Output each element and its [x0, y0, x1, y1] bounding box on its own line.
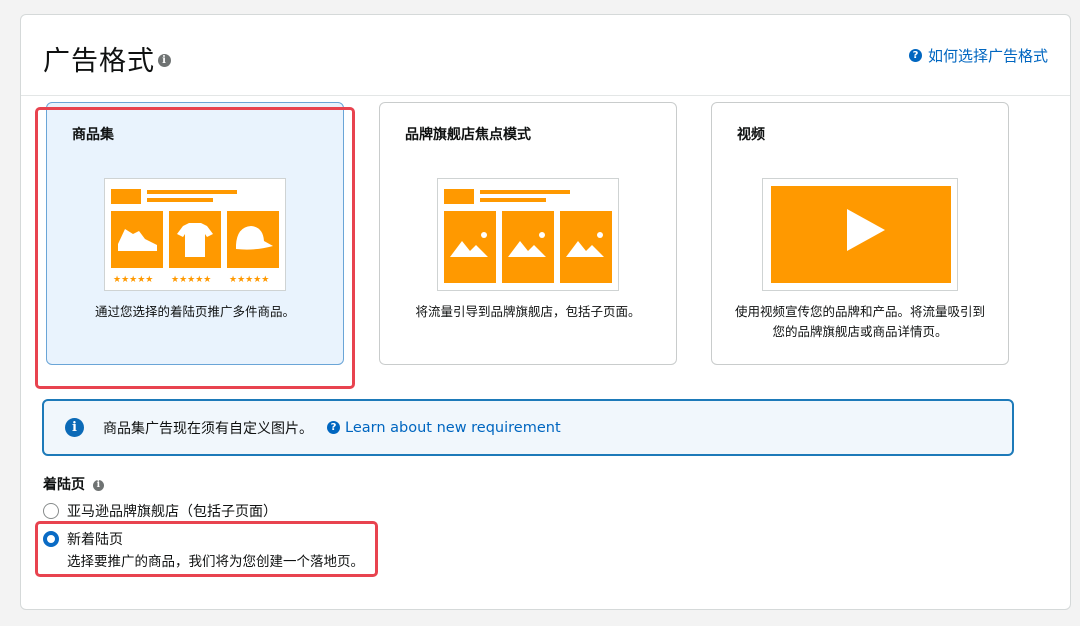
card-description: 通过您选择的着陆页推广多件商品。: [94, 304, 295, 319]
learn-more-label: Learn about new requirement: [345, 419, 561, 436]
card-store-spotlight[interactable]: 品牌旗舰店焦点模式 将流量引导到品牌旗舰店，包括子页面。: [379, 102, 677, 365]
image-grid-icon: [444, 189, 612, 283]
product-grid-icon: ★★★★★ ★★★★★ ★★★★★: [111, 189, 279, 285]
help-link[interactable]: ? 如何选择广告格式: [908, 45, 1048, 66]
info-icon[interactable]: i: [92, 479, 104, 491]
product-collection-illustration: ★★★★★ ★★★★★ ★★★★★: [104, 178, 286, 291]
store-spotlight-illustration: [437, 178, 619, 291]
page-title-text: 广告格式: [43, 46, 155, 77]
page-title: 广告格式 i: [43, 39, 171, 78]
radio-button[interactable]: [43, 531, 59, 547]
card-title: 商品集: [72, 127, 114, 143]
info-icon: i: [65, 418, 84, 437]
svg-text:★★★★★: ★★★★★: [171, 275, 211, 285]
radio-amazon-store[interactable]: 亚马逊品牌旗舰店（包括子页面）: [43, 501, 277, 521]
play-icon: [771, 186, 951, 283]
learn-more-link[interactable]: ? Learn about new requirement: [327, 420, 561, 436]
card-title: 品牌旗舰店焦点模式: [405, 127, 531, 143]
help-link-label: 如何选择广告格式: [927, 47, 1048, 65]
svg-text:★★★★★: ★★★★★: [229, 275, 269, 285]
card-description: 使用视频宣传您的品牌和产品。将流量吸引到您的品牌旗舰店或商品详情页。: [734, 304, 985, 339]
notice-text: 商品集广告现在须有自定义图片。: [103, 420, 313, 437]
card-description: 将流量引导到品牌旗舰店，包括子页面。: [415, 304, 641, 319]
card-title: 视频: [737, 127, 765, 143]
question-icon: ?: [908, 49, 922, 62]
svg-text:★★★★★: ★★★★★: [113, 275, 153, 285]
card-video[interactable]: 视频 使用视频宣传您的品牌和产品。将流量吸引到您的品牌旗舰店或商品详情页。: [711, 102, 1009, 365]
panel-header: 广告格式 i ? 如何选择广告格式: [21, 15, 1070, 96]
card-product-collection[interactable]: 商品集 ★★★★★ ★★★★★ ★★★★★ 通过您选择的着陆页推广多件商品。: [46, 102, 344, 365]
info-notice: i 商品集广告现在须有自定义图片。 ? Learn about new requ…: [42, 399, 1014, 456]
question-icon: ?: [327, 421, 340, 434]
video-illustration: [762, 178, 958, 291]
radio-label: 新着陆页: [67, 532, 123, 548]
landing-page-title: 着陆页 i: [43, 474, 104, 494]
radio-sublabel: 选择要推广的商品，我们将为您创建一个落地页。: [67, 554, 364, 570]
radio-new-landing-page[interactable]: 新着陆页: [43, 529, 123, 549]
radio-button[interactable]: [43, 503, 59, 519]
radio-label: 亚马逊品牌旗舰店（包括子页面）: [67, 504, 277, 520]
info-icon[interactable]: i: [158, 54, 171, 67]
landing-page-title-text: 着陆页: [43, 477, 85, 493]
